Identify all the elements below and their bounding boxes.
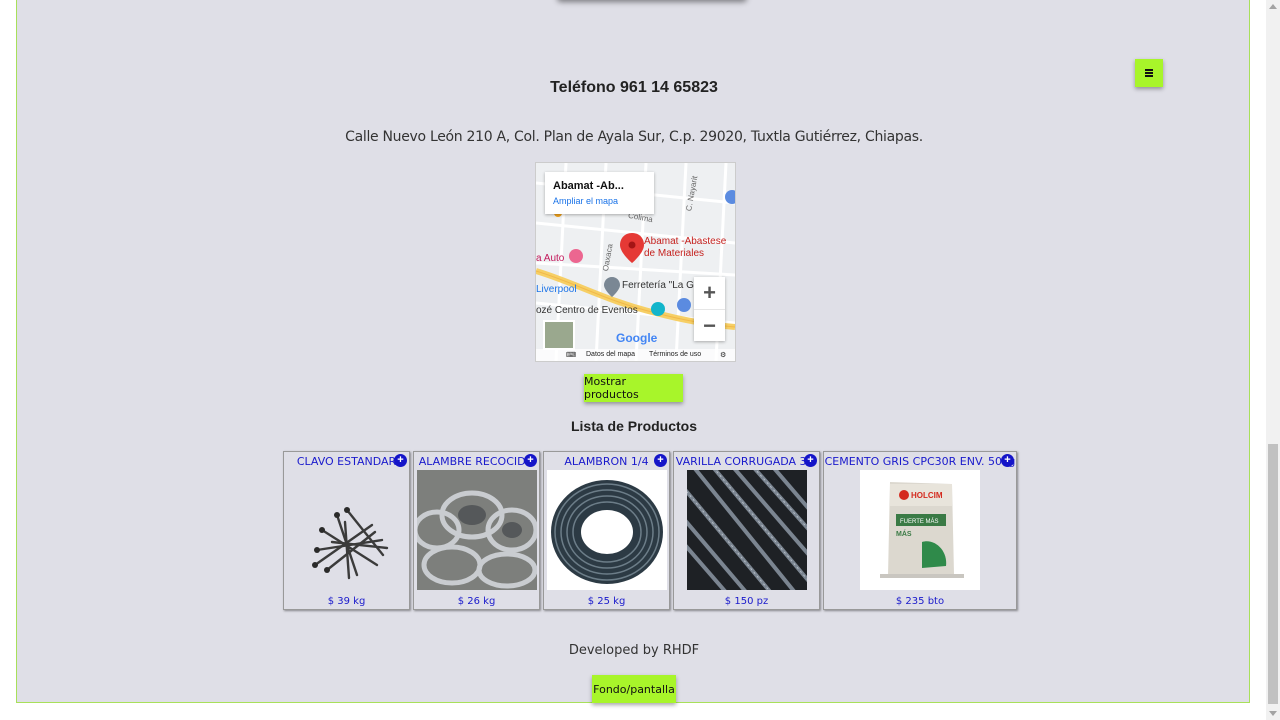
map-footer: ⌨ Datos del mapa Términos de uso ⚙ [536, 349, 735, 361]
plus-circle-icon[interactable]: + [804, 454, 817, 467]
product-name: CLAVO ESTANDAR [296, 455, 397, 468]
cement-line2: MÁS [896, 529, 912, 538]
map-data-link[interactable]: Datos del mapa [586, 351, 635, 358]
phone-number: Teléfono 961 14 65823 [550, 79, 718, 96]
vertical-scrollbar[interactable] [1266, 0, 1280, 720]
product-price: $ 235 bto [895, 596, 945, 607]
zoom-in-button[interactable]: + [694, 277, 725, 309]
product-card[interactable]: CLAVO ESTANDAR + $ 39 kg [283, 451, 410, 610]
map-enlarge-link[interactable]: Ampliar el mapa [553, 196, 618, 206]
page-container: Teléfono 961 14 65823 Calle Nuevo León 2… [16, 0, 1250, 703]
show-products-button[interactable]: Mostrar productos [584, 374, 683, 402]
map-label-liverpool: Liverpool [536, 284, 577, 295]
map-label-eventos: ozé Centro de Eventos [536, 305, 638, 316]
plus-circle-icon[interactable]: + [654, 454, 667, 467]
map-embed[interactable]: Abamat -Abastese de Materiales Liverpool… [535, 162, 736, 362]
google-logo: Google [616, 331, 658, 345]
product-price: $ 39 kg [327, 596, 366, 607]
product-image-rebar [687, 470, 807, 590]
zoom-out-button[interactable]: − [694, 309, 725, 342]
plus-circle-icon[interactable]: + [524, 454, 537, 467]
settings-icon[interactable]: ⚙ [720, 351, 726, 359]
hamburger-icon [1145, 69, 1153, 77]
product-name: ALAMBRON 1/4 [564, 455, 649, 468]
scroll-up-arrow-icon[interactable] [1269, 4, 1277, 9]
plus-circle-icon[interactable]: + [1001, 454, 1014, 467]
product-price: $ 150 pz [724, 596, 769, 607]
product-price: $ 25 kg [587, 596, 626, 607]
product-name: VARILLA CORRUGADA 3/8 [675, 455, 818, 468]
product-card[interactable]: ALAMBRON 1/4 + $ 25 kg [543, 451, 670, 610]
product-image-wire-coils [417, 470, 537, 590]
product-card[interactable]: VARILLA CORRUGADA 3/8 + $ 150 pz [673, 451, 820, 610]
cement-line1: FUERTE MÁS [900, 518, 939, 525]
product-card[interactable]: ALAMBRE RECOCIDO + $ 26 kg [413, 451, 540, 610]
developer-credit: Developed by RHDF [568, 643, 700, 658]
map-label-ferreteria: Ferretería "La G [622, 280, 694, 291]
product-image-wire-rod [547, 470, 667, 590]
background-toggle-button[interactable]: Fondo/pantalla [592, 675, 676, 703]
product-name: CEMENTO GRIS CPC30R ENV. 50kg [824, 455, 1016, 468]
address: Calle Nuevo León 210 A, Col. Plan de Aya… [345, 129, 923, 145]
map-place-title: Abamat -Ab... [553, 180, 624, 192]
map-place-card: Abamat -Ab... Ampliar el mapa [545, 172, 654, 214]
cement-brand: HOLCIM [911, 491, 943, 500]
map-terms-link[interactable]: Términos de uso [649, 351, 701, 358]
scroll-down-arrow-icon[interactable] [1269, 711, 1277, 716]
product-card[interactable]: CEMENTO GRIS CPC30R ENV. 50kg + HOLCIM F… [823, 451, 1017, 610]
scrollbar-thumb[interactable] [1268, 444, 1278, 704]
map-pin-label-line2: de Materiales [644, 248, 705, 259]
map-label-auto: a Auto [536, 253, 565, 264]
map-zoom-controls: + − [694, 277, 725, 341]
product-image-cement-bag: HOLCIM FUERTE MÁS MÁS [860, 470, 980, 590]
product-price: $ 26 kg [457, 596, 496, 607]
product-image-nails [287, 470, 407, 590]
keyboard-icon[interactable]: ⌨ [566, 351, 576, 359]
products-list-title: Lista de Productos [570, 418, 698, 434]
product-name: ALAMBRE RECOCIDO [418, 455, 535, 468]
plus-circle-icon[interactable]: + [394, 454, 407, 467]
map-pin-label-line1: Abamat -Abastese [644, 236, 727, 247]
